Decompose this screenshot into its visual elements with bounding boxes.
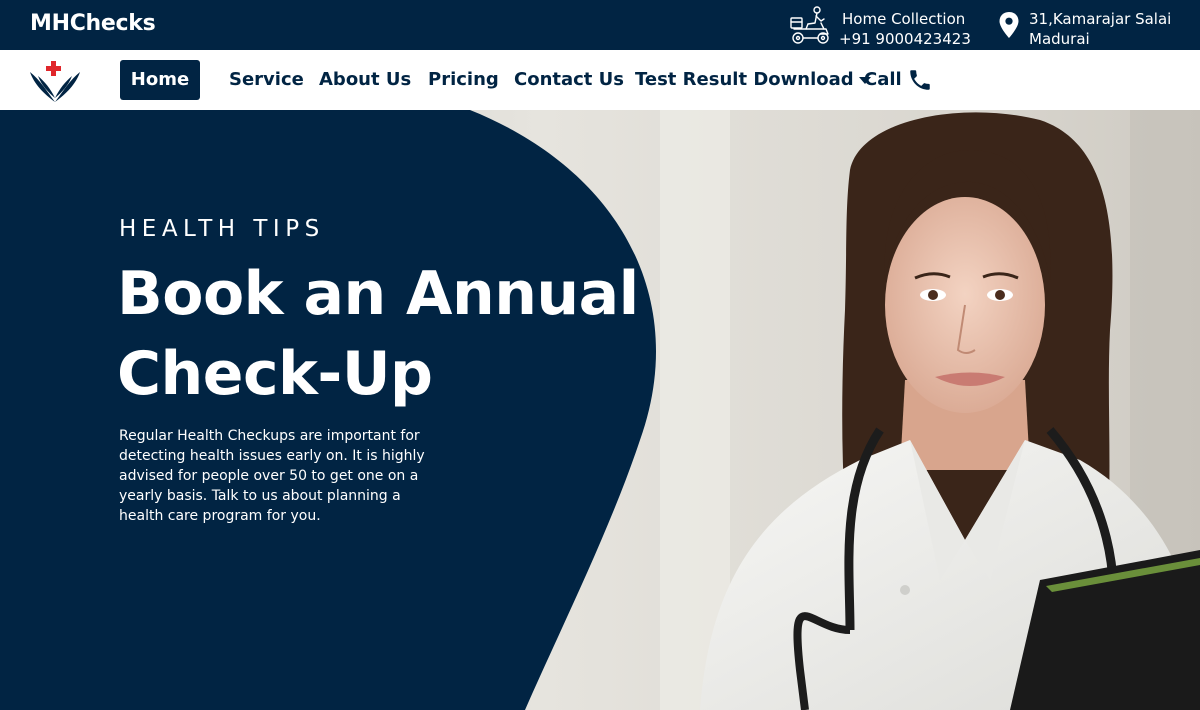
mhchecks-logo[interactable] [28,58,84,104]
address-line-1: 31,Kamarajar Salai [1029,10,1172,28]
nav-pricing[interactable]: Pricing [428,60,499,100]
nav-home[interactable]: Home [120,60,200,100]
nav-test-result-download[interactable]: Test Result Download [635,60,871,100]
home-collection-phone[interactable]: +91 9000423423 [839,30,971,48]
nav-call[interactable]: Call [864,60,902,100]
hero-banner: HEALTH TIPS Book an Annual Check-Up Regu… [0,110,1200,710]
nav-service[interactable]: Service [229,60,304,100]
map-pin-icon [999,12,1019,38]
phone-icon[interactable] [907,67,933,93]
address-line-2: Madurai [1029,30,1090,48]
brand-name[interactable]: MHChecks [30,11,156,36]
hero-eyebrow: HEALTH TIPS [119,216,325,242]
delivery-scooter-icon [790,6,829,44]
address-info: 31,Kamarajar Salai Madurai [998,4,1198,48]
main-navigation: Home Service About Us Pricing Contact Us… [0,50,1200,110]
nav-contact-us[interactable]: Contact Us [514,60,624,100]
nav-about-us[interactable]: About Us [319,60,411,100]
top-info-bar: MHChecks Home Collection +91 9000423423 … [0,0,1200,50]
hero-description: Regular Health Checkups are important fo… [119,428,425,524]
nav-test-result-download-label: Test Result Download [635,69,854,90]
home-collection-label: Home Collection [842,10,966,28]
home-collection-info[interactable]: Home Collection +91 9000423423 [788,4,988,48]
hero-headline: Book an Annual Check-Up [117,259,639,409]
